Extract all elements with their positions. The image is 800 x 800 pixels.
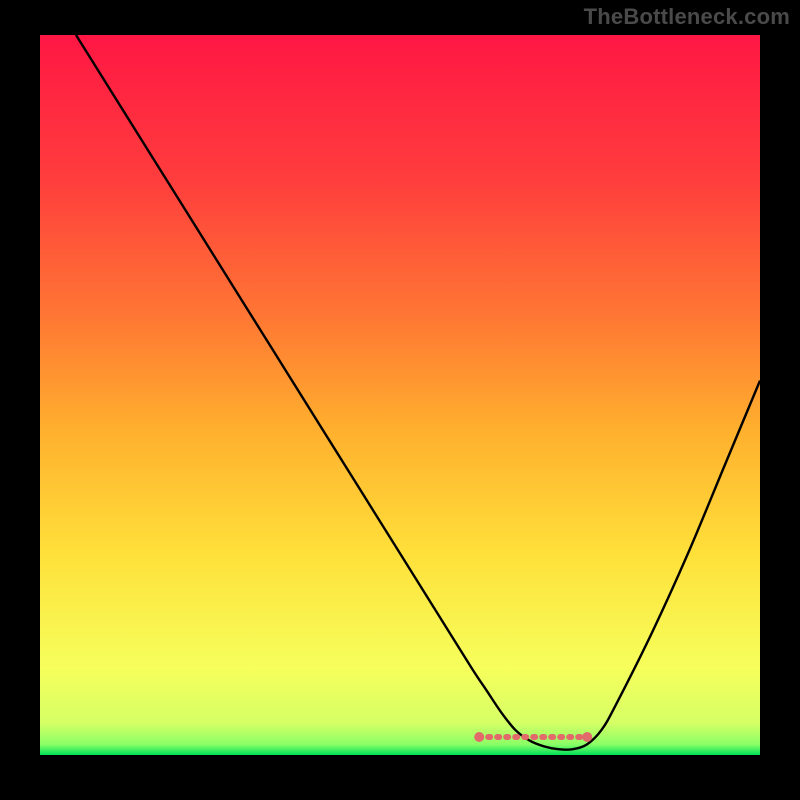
bottleneck-chart <box>0 0 800 800</box>
chart-frame: TheBottleneck.com <box>0 0 800 800</box>
optimal-range-start-dot <box>474 732 484 742</box>
watermark-text: TheBottleneck.com <box>584 4 790 30</box>
optimal-range-end-dot <box>582 732 592 742</box>
plot-background <box>40 35 760 755</box>
